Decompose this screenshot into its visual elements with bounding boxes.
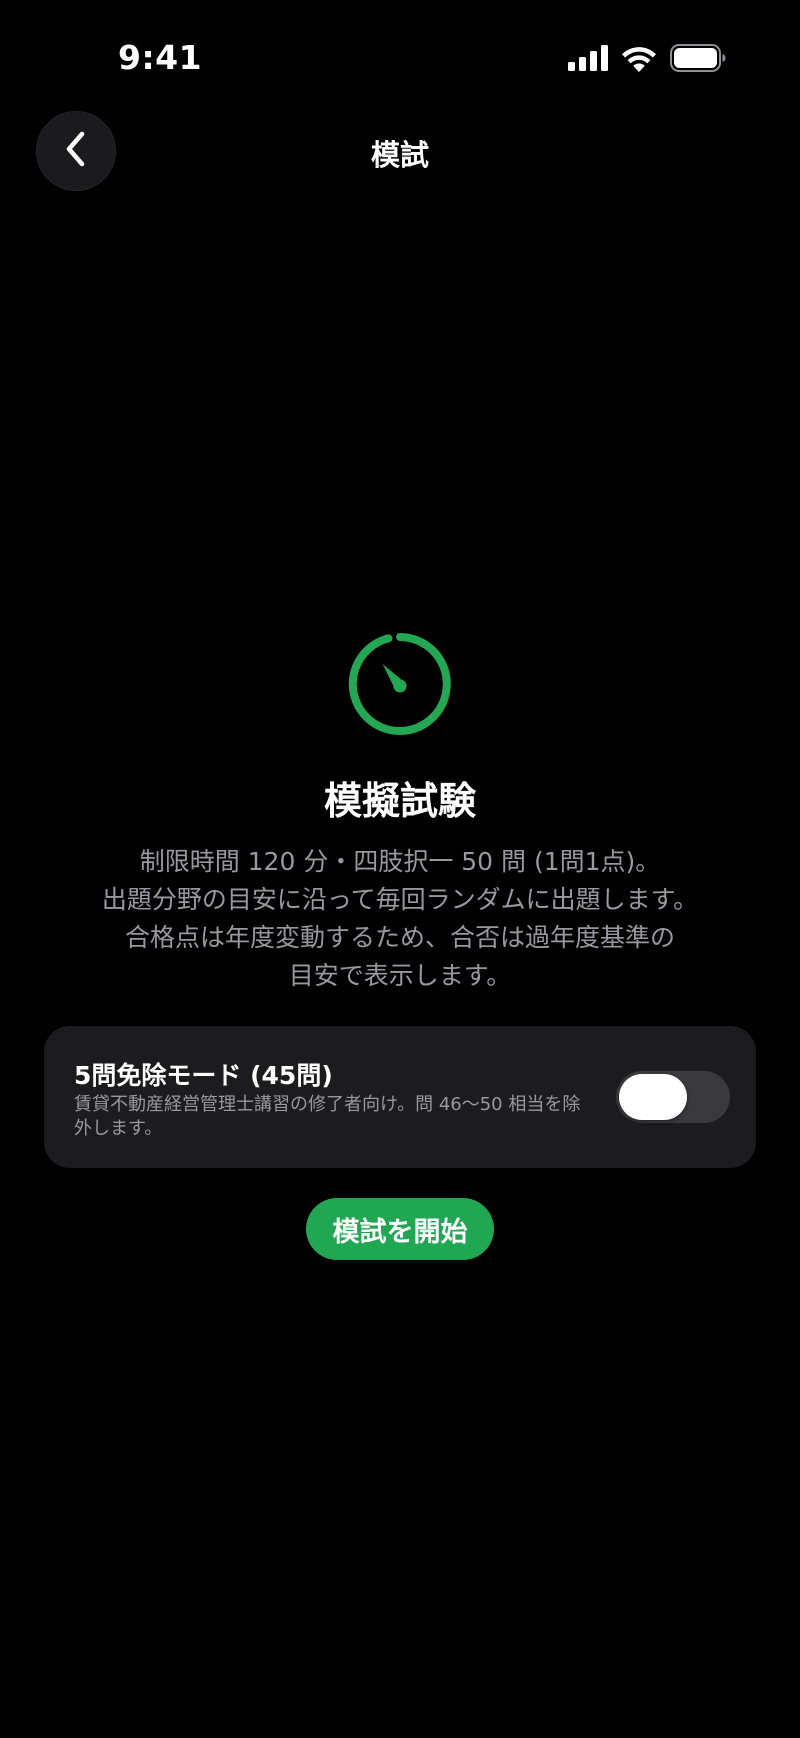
status-icons (568, 44, 726, 76)
battery-icon (670, 44, 726, 76)
exemption-mode-card: 5問免除モード (45問) 賃貸不動産経営管理士講習の修了者向け。問 46～50… (44, 1026, 756, 1168)
cellular-signal-icon (568, 45, 608, 75)
exemption-mode-description: 賃貸不動産経営管理士講習の修了者向け。問 46～50 相当を除外します。 (74, 1094, 581, 1139)
toggle-knob (619, 1074, 687, 1120)
description-line: 合格点は年度変動するため、合否は過年度基準の (124, 923, 675, 952)
status-time: 9:41 (118, 38, 203, 77)
wifi-icon (621, 45, 657, 76)
description-line: 目安で表示します。 (288, 961, 512, 990)
exemption-mode-toggle[interactable] (616, 1071, 730, 1123)
description-line: 制限時間 120 分・四肢択一 50 問 (1問1点)。 (139, 847, 661, 876)
hero-title: 模擬試験 (323, 779, 476, 823)
timer-icon (346, 630, 454, 738)
start-exam-button[interactable]: 模試を開始 (306, 1198, 494, 1260)
navigation-bar: 模試 (0, 112, 800, 192)
description: 制限時間 120 分・四肢択一 50 問 (1問1点)。 出題分野の目安に沿って… (60, 843, 740, 995)
page-title: 模試 (370, 138, 429, 172)
description-line: 出題分野の目安に沿って毎回ランダムに出題します。 (101, 885, 699, 914)
exemption-mode-title: 5問免除モード (45問) (74, 1061, 333, 1090)
status-bar: 9:41 (0, 0, 800, 118)
